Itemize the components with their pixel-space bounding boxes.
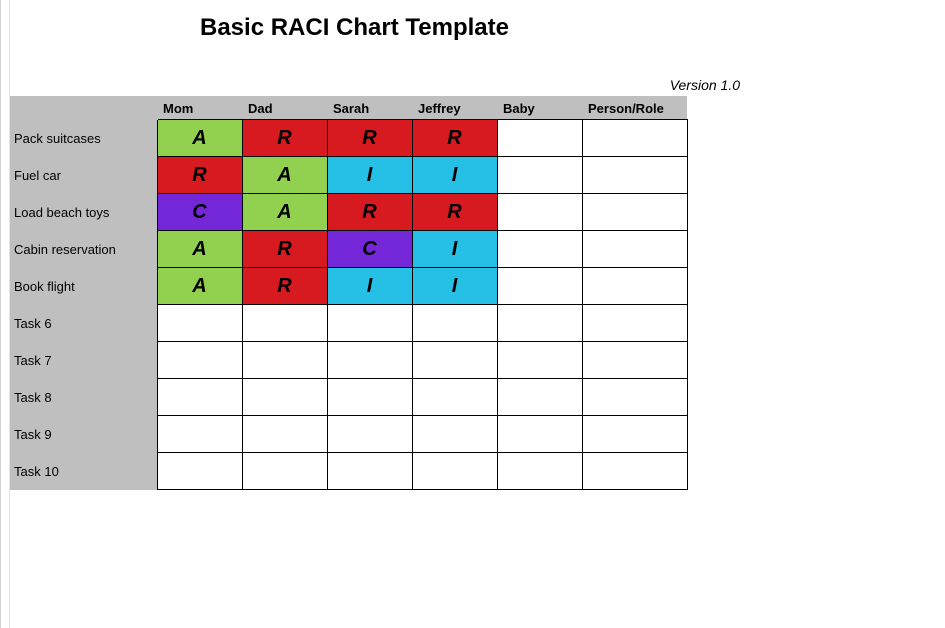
- raci-cell[interactable]: R: [157, 157, 242, 194]
- raci-cell[interactable]: [497, 453, 582, 490]
- raci-cell[interactable]: [412, 453, 497, 490]
- raci-cell[interactable]: [157, 379, 242, 416]
- raci-cell[interactable]: [497, 120, 582, 157]
- raci-cell[interactable]: [497, 305, 582, 342]
- raci-cell[interactable]: [497, 268, 582, 305]
- task-name[interactable]: Book flight: [10, 268, 157, 305]
- page-title: Basic RACI Chart Template: [10, 0, 940, 74]
- raci-cell[interactable]: R: [327, 120, 412, 157]
- raci-cell[interactable]: [242, 453, 327, 490]
- task-name[interactable]: Task 7: [10, 342, 157, 379]
- raci-cell[interactable]: [582, 453, 687, 490]
- header-col-4[interactable]: Baby: [497, 97, 582, 120]
- task-name[interactable]: Task 6: [10, 305, 157, 342]
- header-blank: [10, 97, 157, 120]
- raci-cell[interactable]: A: [157, 231, 242, 268]
- raci-template: Basic RACI Chart Template Version 1.0 Mo…: [10, 0, 940, 490]
- table-row: Task 9: [10, 416, 687, 453]
- raci-cell[interactable]: [582, 231, 687, 268]
- raci-cell[interactable]: A: [242, 194, 327, 231]
- header-col-1[interactable]: Dad: [242, 97, 327, 120]
- header-col-3[interactable]: Jeffrey: [412, 97, 497, 120]
- table-row: Task 6: [10, 305, 687, 342]
- task-name[interactable]: Fuel car: [10, 157, 157, 194]
- raci-cell[interactable]: I: [412, 231, 497, 268]
- task-name[interactable]: Task 10: [10, 453, 157, 490]
- raci-cell[interactable]: [497, 342, 582, 379]
- raci-cell[interactable]: [327, 342, 412, 379]
- task-name[interactable]: Task 9: [10, 416, 157, 453]
- raci-cell[interactable]: [157, 342, 242, 379]
- task-name[interactable]: Cabin reservation: [10, 231, 157, 268]
- table-row: Pack suitcasesARRR: [10, 120, 687, 157]
- raci-cell[interactable]: R: [412, 194, 497, 231]
- table-row: Cabin reservationARCI: [10, 231, 687, 268]
- raci-cell[interactable]: R: [242, 120, 327, 157]
- raci-cell[interactable]: C: [327, 231, 412, 268]
- raci-cell[interactable]: [327, 379, 412, 416]
- table-row: Fuel carRAII: [10, 157, 687, 194]
- raci-cell[interactable]: [327, 416, 412, 453]
- header-col-2[interactable]: Sarah: [327, 97, 412, 120]
- header-row: Mom Dad Sarah Jeffrey Baby Person/Role: [10, 97, 687, 120]
- header-col-0[interactable]: Mom: [157, 97, 242, 120]
- raci-cell[interactable]: R: [242, 268, 327, 305]
- raci-cell[interactable]: [412, 416, 497, 453]
- task-name[interactable]: Pack suitcases: [10, 120, 157, 157]
- table-row: Book flightARII: [10, 268, 687, 305]
- raci-cell[interactable]: [582, 342, 687, 379]
- raci-cell[interactable]: [157, 305, 242, 342]
- raci-cell[interactable]: [412, 342, 497, 379]
- raci-cell[interactable]: [157, 416, 242, 453]
- table-row: Task 7: [10, 342, 687, 379]
- task-name[interactable]: Task 8: [10, 379, 157, 416]
- raci-cell[interactable]: [412, 305, 497, 342]
- raci-cell[interactable]: [242, 342, 327, 379]
- raci-cell[interactable]: [327, 453, 412, 490]
- raci-cell[interactable]: R: [327, 194, 412, 231]
- raci-cell[interactable]: [582, 305, 687, 342]
- raci-cell[interactable]: [582, 268, 687, 305]
- raci-cell[interactable]: [582, 157, 687, 194]
- raci-cell[interactable]: [582, 416, 687, 453]
- raci-cell[interactable]: A: [157, 120, 242, 157]
- raci-cell[interactable]: [242, 416, 327, 453]
- raci-cell[interactable]: R: [242, 231, 327, 268]
- raci-cell[interactable]: [497, 194, 582, 231]
- raci-cell[interactable]: A: [157, 268, 242, 305]
- raci-cell[interactable]: [582, 194, 687, 231]
- raci-body: Pack suitcasesARRRFuel carRAIILoad beach…: [10, 120, 687, 490]
- raci-cell[interactable]: I: [412, 268, 497, 305]
- raci-cell[interactable]: C: [157, 194, 242, 231]
- raci-cell[interactable]: [582, 120, 687, 157]
- raci-cell[interactable]: [497, 157, 582, 194]
- raci-cell[interactable]: [242, 305, 327, 342]
- raci-cell[interactable]: [582, 379, 687, 416]
- task-name[interactable]: Load beach toys: [10, 194, 157, 231]
- raci-cell[interactable]: [327, 305, 412, 342]
- version-label: Version 1.0: [10, 74, 940, 96]
- raci-cell[interactable]: [497, 379, 582, 416]
- table-row: Load beach toysCARR: [10, 194, 687, 231]
- header-col-5[interactable]: Person/Role: [582, 97, 687, 120]
- table-row: Task 10: [10, 453, 687, 490]
- raci-cell[interactable]: I: [412, 157, 497, 194]
- raci-cell[interactable]: [497, 416, 582, 453]
- raci-cell[interactable]: [497, 231, 582, 268]
- table-row: Task 8: [10, 379, 687, 416]
- raci-cell[interactable]: I: [327, 157, 412, 194]
- raci-cell[interactable]: R: [412, 120, 497, 157]
- raci-cell[interactable]: A: [242, 157, 327, 194]
- raci-cell[interactable]: I: [327, 268, 412, 305]
- raci-cell[interactable]: [157, 453, 242, 490]
- raci-cell[interactable]: [242, 379, 327, 416]
- raci-table: Mom Dad Sarah Jeffrey Baby Person/Role P…: [10, 96, 688, 490]
- raci-cell[interactable]: [412, 379, 497, 416]
